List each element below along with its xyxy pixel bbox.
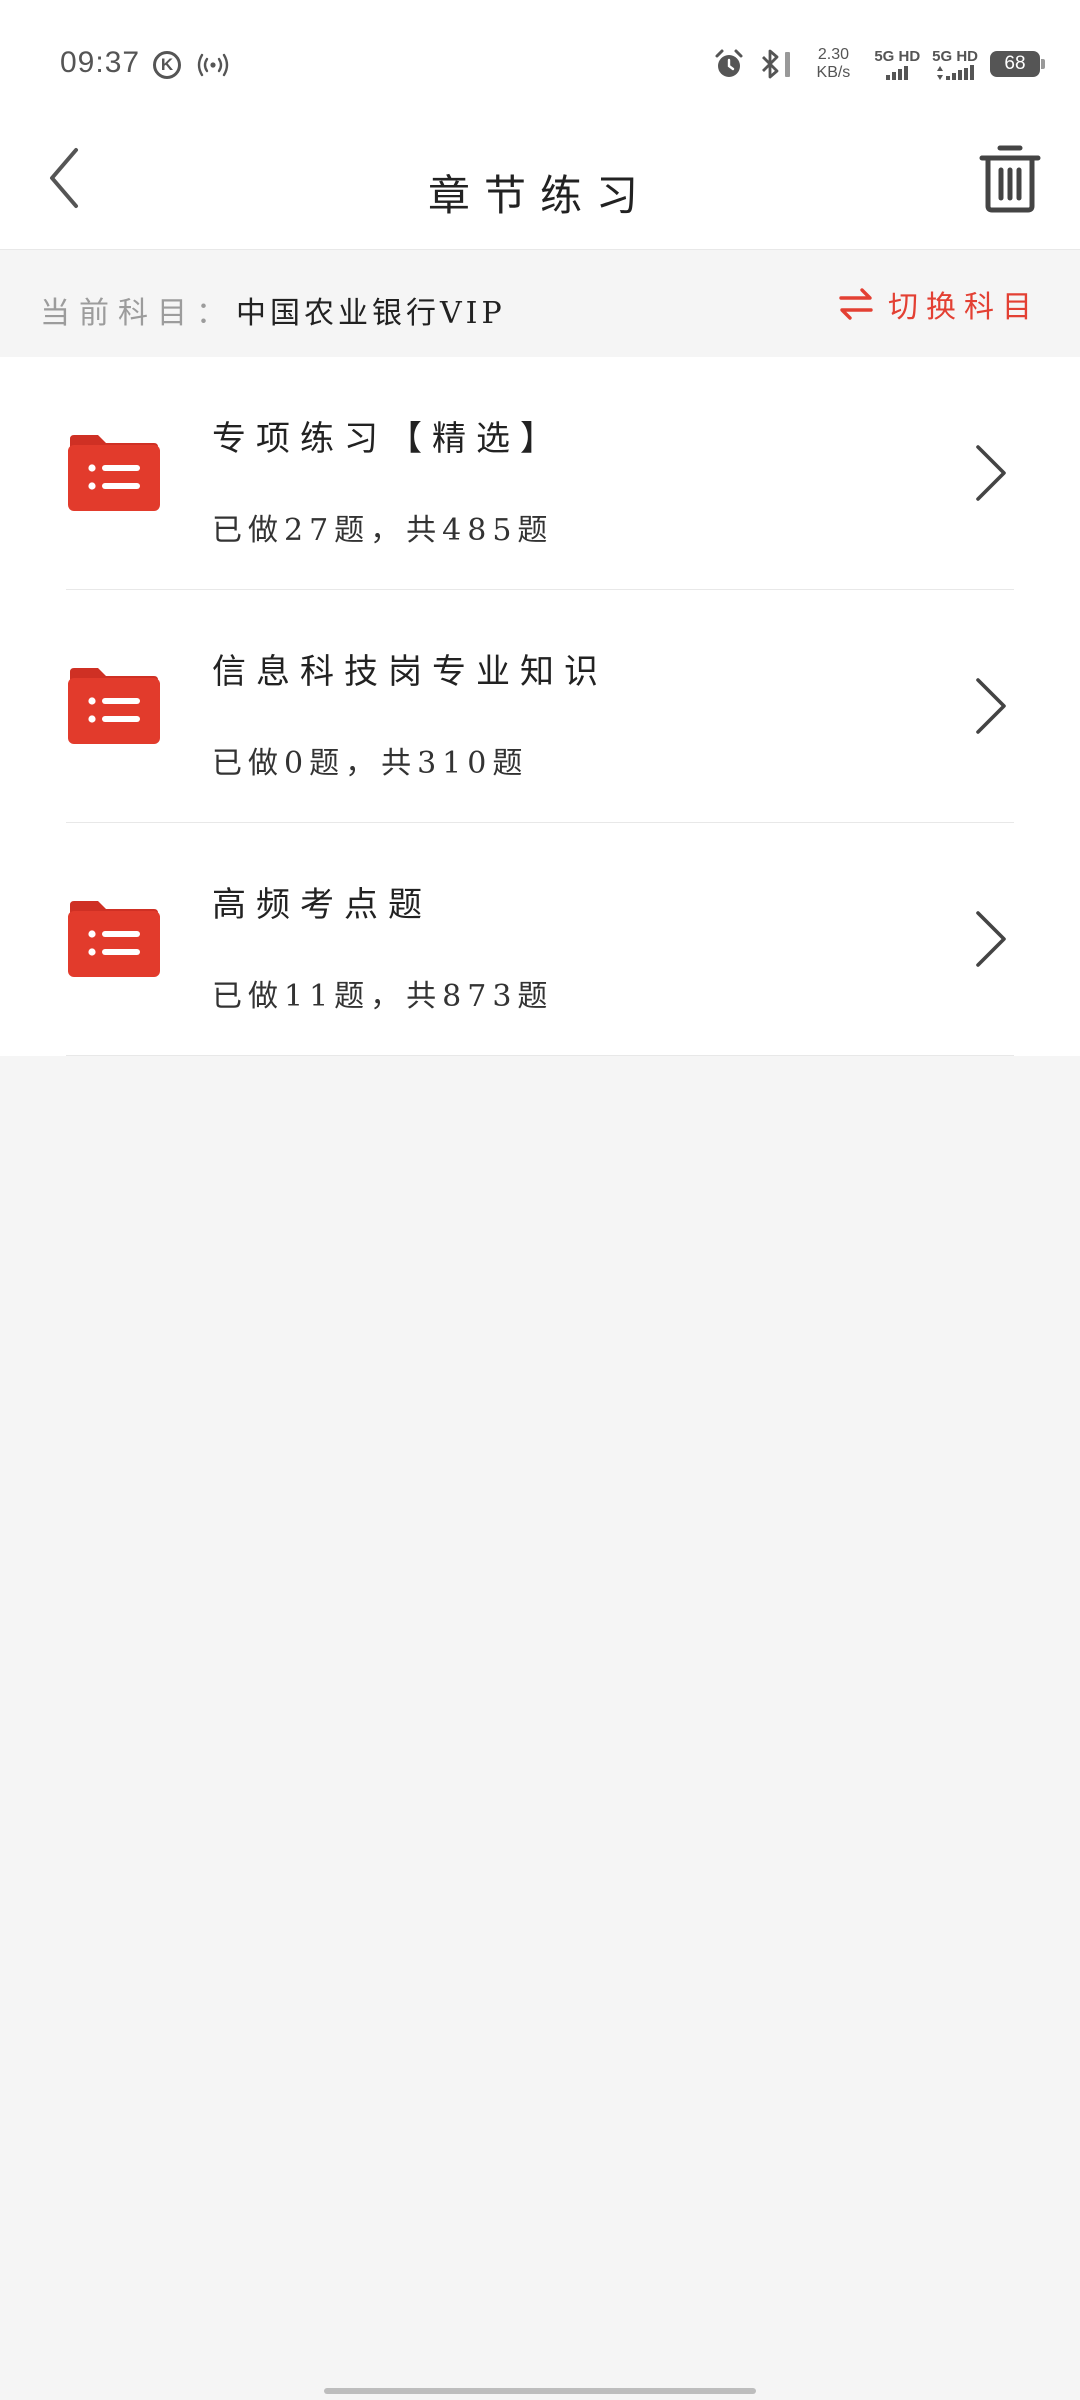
section-progress: 已做11题，共873题 — [212, 979, 554, 1014]
list-item[interactable]: 专项练习【精选】 已做27题，共485题 — [0, 357, 1080, 590]
battery-icon: 68 — [990, 51, 1045, 77]
status-time: 09:37 — [60, 46, 141, 79]
section-title: 高频考点题 — [212, 885, 432, 925]
chevron-right-icon — [976, 678, 1006, 734]
net-speed-unit: KB/s — [816, 64, 851, 81]
current-subject-label: 当前科目： — [40, 296, 235, 331]
divider — [66, 1055, 1014, 1056]
swap-icon — [839, 288, 873, 320]
data-arrows-icon — [937, 66, 944, 80]
sim1-signal: 5G HD — [874, 48, 920, 80]
current-subject-value: 中国农业银行VIP — [236, 296, 506, 331]
chevron-right-icon — [976, 445, 1006, 501]
signal-icon — [936, 65, 975, 80]
list-item[interactable]: 信息科技岗专业知识 已做0题，共310题 — [0, 590, 1080, 823]
switch-subject-button[interactable]: 切换科目 — [838, 284, 1040, 325]
status-indicators: 2.30 KB/s 5G HD 5G HD 68 — [713, 44, 1045, 84]
net-speed-value: 2.30 — [817, 46, 849, 63]
page-title: 章节练习 — [427, 171, 652, 220]
trash-button[interactable] — [978, 142, 1042, 214]
status-bar: 09:37 K 2.30 KB/s 5G HD 5G HD 68 — [0, 0, 1080, 118]
folder-list-icon — [68, 901, 160, 977]
section-title: 信息科技岗专业知识 — [212, 652, 608, 692]
signal-icon — [886, 65, 909, 80]
sim2-label: 5G HD — [932, 48, 978, 65]
hotspot-icon — [197, 53, 229, 77]
bluetooth-icon — [761, 49, 790, 79]
folder-list-icon — [68, 668, 160, 744]
list-item[interactable]: 高频考点题 已做11题，共873题 — [0, 823, 1080, 1056]
k-badge-icon: K — [153, 51, 181, 79]
section-progress: 已做0题，共310题 — [212, 746, 529, 781]
battery-level: 68 — [1004, 53, 1026, 74]
section-progress: 已做27题，共485题 — [212, 513, 554, 548]
folder-list-icon — [68, 435, 160, 511]
home-indicator[interactable] — [324, 2388, 756, 2394]
network-speed: 2.30 KB/s — [817, 46, 851, 82]
app-header: 章节练习 — [0, 118, 1080, 250]
trash-icon — [979, 145, 1041, 213]
chevron-right-icon — [976, 911, 1006, 967]
alarm-icon — [715, 49, 743, 77]
sim1-label: 5G HD — [874, 48, 921, 65]
subject-bar: 当前科目： 中国农业银行VIP 切换科目 — [0, 250, 1080, 357]
switch-subject-label: 切换科目 — [888, 290, 1040, 325]
sim2-signal: 5G HD — [932, 48, 978, 80]
chapter-list: 专项练习【精选】 已做27题，共485题 信息科技岗专业知识 已做0题，共310… — [0, 357, 1080, 1056]
section-title: 专项练习【精选】 — [212, 419, 564, 459]
